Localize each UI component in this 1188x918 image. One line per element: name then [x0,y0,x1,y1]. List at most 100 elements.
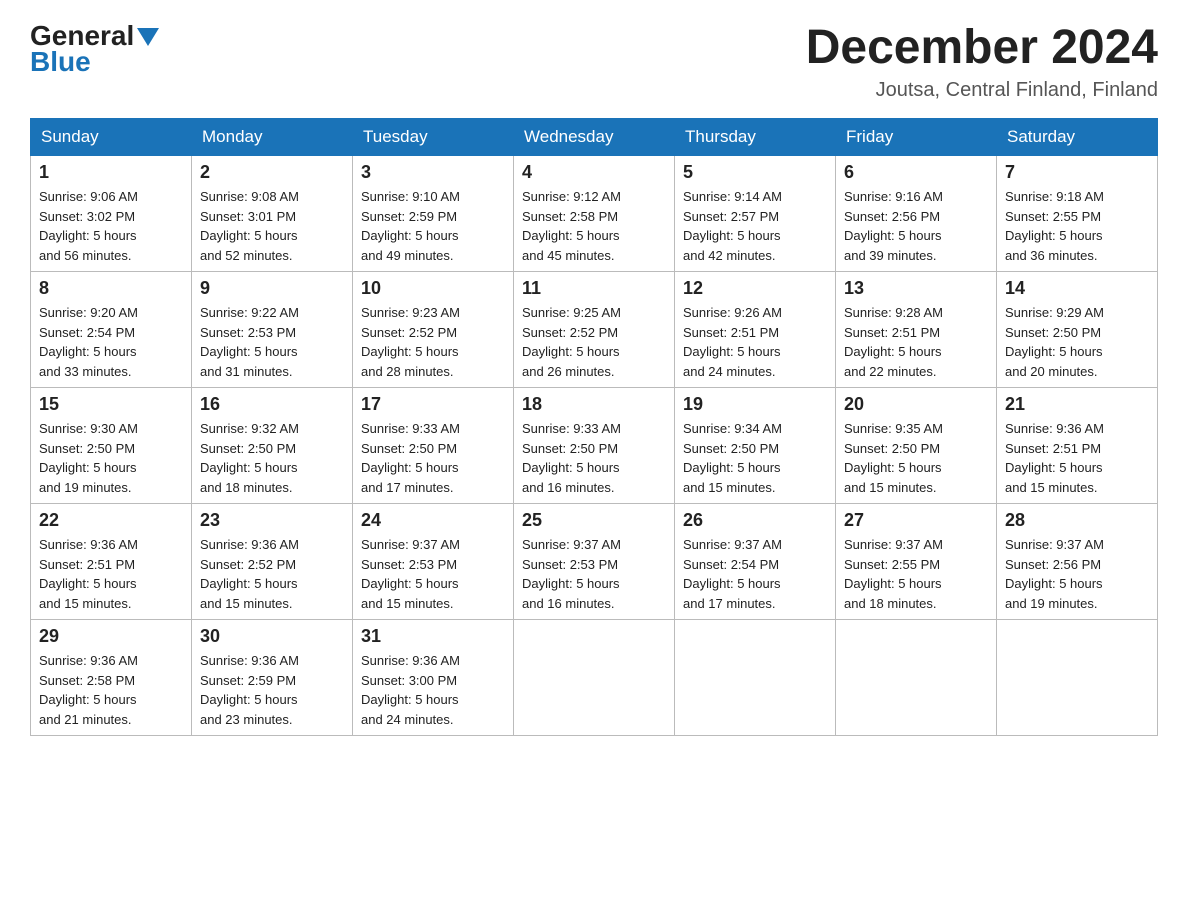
day-number: 25 [522,510,666,531]
table-row: 17 Sunrise: 9:33 AM Sunset: 2:50 PM Dayl… [353,388,514,504]
cell-info: Sunrise: 9:36 AM Sunset: 2:59 PM Dayligh… [200,651,344,729]
table-row: 31 Sunrise: 9:36 AM Sunset: 3:00 PM Dayl… [353,620,514,736]
cell-info: Sunrise: 9:14 AM Sunset: 2:57 PM Dayligh… [683,187,827,265]
cell-info: Sunrise: 9:37 AM Sunset: 2:53 PM Dayligh… [522,535,666,613]
table-row: 21 Sunrise: 9:36 AM Sunset: 2:51 PM Dayl… [997,388,1158,504]
logo-triangle-icon [137,28,159,46]
cell-info: Sunrise: 9:22 AM Sunset: 2:53 PM Dayligh… [200,303,344,381]
table-row: 23 Sunrise: 9:36 AM Sunset: 2:52 PM Dayl… [192,504,353,620]
cell-info: Sunrise: 9:35 AM Sunset: 2:50 PM Dayligh… [844,419,988,497]
cell-info: Sunrise: 9:36 AM Sunset: 2:51 PM Dayligh… [39,535,183,613]
day-number: 8 [39,278,183,299]
day-number: 14 [1005,278,1149,299]
day-number: 6 [844,162,988,183]
cell-info: Sunrise: 9:28 AM Sunset: 2:51 PM Dayligh… [844,303,988,381]
cell-info: Sunrise: 9:26 AM Sunset: 2:51 PM Dayligh… [683,303,827,381]
day-number: 22 [39,510,183,531]
day-number: 27 [844,510,988,531]
table-row: 25 Sunrise: 9:37 AM Sunset: 2:53 PM Dayl… [514,504,675,620]
col-friday: Friday [836,119,997,156]
day-number: 18 [522,394,666,415]
col-sunday: Sunday [31,119,192,156]
table-row: 12 Sunrise: 9:26 AM Sunset: 2:51 PM Dayl… [675,272,836,388]
table-row: 29 Sunrise: 9:36 AM Sunset: 2:58 PM Dayl… [31,620,192,736]
calendar-week-row: 22 Sunrise: 9:36 AM Sunset: 2:51 PM Dayl… [31,504,1158,620]
table-row: 7 Sunrise: 9:18 AM Sunset: 2:55 PM Dayli… [997,156,1158,272]
table-row: 30 Sunrise: 9:36 AM Sunset: 2:59 PM Dayl… [192,620,353,736]
table-row [997,620,1158,736]
table-row: 11 Sunrise: 9:25 AM Sunset: 2:52 PM Dayl… [514,272,675,388]
cell-info: Sunrise: 9:16 AM Sunset: 2:56 PM Dayligh… [844,187,988,265]
day-number: 28 [1005,510,1149,531]
day-number: 11 [522,278,666,299]
day-number: 24 [361,510,505,531]
table-row: 9 Sunrise: 9:22 AM Sunset: 2:53 PM Dayli… [192,272,353,388]
calendar-table: Sunday Monday Tuesday Wednesday Thursday… [30,118,1158,736]
cell-info: Sunrise: 9:29 AM Sunset: 2:50 PM Dayligh… [1005,303,1149,381]
calendar-subtitle: Joutsa, Central Finland, Finland [806,79,1158,102]
col-wednesday: Wednesday [514,119,675,156]
cell-info: Sunrise: 9:36 AM Sunset: 2:58 PM Dayligh… [39,651,183,729]
cell-info: Sunrise: 9:30 AM Sunset: 2:50 PM Dayligh… [39,419,183,497]
table-row: 15 Sunrise: 9:30 AM Sunset: 2:50 PM Dayl… [31,388,192,504]
day-number: 4 [522,162,666,183]
table-row: 28 Sunrise: 9:37 AM Sunset: 2:56 PM Dayl… [997,504,1158,620]
table-row: 16 Sunrise: 9:32 AM Sunset: 2:50 PM Dayl… [192,388,353,504]
table-row: 18 Sunrise: 9:33 AM Sunset: 2:50 PM Dayl… [514,388,675,504]
calendar-week-row: 8 Sunrise: 9:20 AM Sunset: 2:54 PM Dayli… [31,272,1158,388]
cell-info: Sunrise: 9:37 AM Sunset: 2:55 PM Dayligh… [844,535,988,613]
day-number: 9 [200,278,344,299]
day-number: 23 [200,510,344,531]
table-row: 2 Sunrise: 9:08 AM Sunset: 3:01 PM Dayli… [192,156,353,272]
cell-info: Sunrise: 9:33 AM Sunset: 2:50 PM Dayligh… [522,419,666,497]
table-row: 5 Sunrise: 9:14 AM Sunset: 2:57 PM Dayli… [675,156,836,272]
col-saturday: Saturday [997,119,1158,156]
day-number: 19 [683,394,827,415]
cell-info: Sunrise: 9:36 AM Sunset: 3:00 PM Dayligh… [361,651,505,729]
table-row: 26 Sunrise: 9:37 AM Sunset: 2:54 PM Dayl… [675,504,836,620]
day-number: 16 [200,394,344,415]
logo-blue: Blue [30,46,91,78]
day-number: 15 [39,394,183,415]
cell-info: Sunrise: 9:06 AM Sunset: 3:02 PM Dayligh… [39,187,183,265]
day-number: 20 [844,394,988,415]
calendar-header-row: Sunday Monday Tuesday Wednesday Thursday… [31,119,1158,156]
cell-info: Sunrise: 9:10 AM Sunset: 2:59 PM Dayligh… [361,187,505,265]
table-row: 13 Sunrise: 9:28 AM Sunset: 2:51 PM Dayl… [836,272,997,388]
cell-info: Sunrise: 9:36 AM Sunset: 2:52 PM Dayligh… [200,535,344,613]
table-row: 22 Sunrise: 9:36 AM Sunset: 2:51 PM Dayl… [31,504,192,620]
cell-info: Sunrise: 9:32 AM Sunset: 2:50 PM Dayligh… [200,419,344,497]
cell-info: Sunrise: 9:37 AM Sunset: 2:56 PM Dayligh… [1005,535,1149,613]
table-row [836,620,997,736]
page-header: General Blue December 2024 Joutsa, Centr… [30,20,1158,102]
table-row: 6 Sunrise: 9:16 AM Sunset: 2:56 PM Dayli… [836,156,997,272]
cell-info: Sunrise: 9:08 AM Sunset: 3:01 PM Dayligh… [200,187,344,265]
cell-info: Sunrise: 9:20 AM Sunset: 2:54 PM Dayligh… [39,303,183,381]
calendar-week-row: 15 Sunrise: 9:30 AM Sunset: 2:50 PM Dayl… [31,388,1158,504]
table-row [514,620,675,736]
col-tuesday: Tuesday [353,119,514,156]
table-row: 1 Sunrise: 9:06 AM Sunset: 3:02 PM Dayli… [31,156,192,272]
calendar-week-row: 1 Sunrise: 9:06 AM Sunset: 3:02 PM Dayli… [31,156,1158,272]
cell-info: Sunrise: 9:33 AM Sunset: 2:50 PM Dayligh… [361,419,505,497]
table-row [675,620,836,736]
cell-info: Sunrise: 9:25 AM Sunset: 2:52 PM Dayligh… [522,303,666,381]
day-number: 12 [683,278,827,299]
title-area: December 2024 Joutsa, Central Finland, F… [806,20,1158,102]
table-row: 10 Sunrise: 9:23 AM Sunset: 2:52 PM Dayl… [353,272,514,388]
table-row: 27 Sunrise: 9:37 AM Sunset: 2:55 PM Dayl… [836,504,997,620]
table-row: 14 Sunrise: 9:29 AM Sunset: 2:50 PM Dayl… [997,272,1158,388]
logo: General Blue [30,20,159,78]
day-number: 5 [683,162,827,183]
cell-info: Sunrise: 9:18 AM Sunset: 2:55 PM Dayligh… [1005,187,1149,265]
table-row: 4 Sunrise: 9:12 AM Sunset: 2:58 PM Dayli… [514,156,675,272]
calendar-week-row: 29 Sunrise: 9:36 AM Sunset: 2:58 PM Dayl… [31,620,1158,736]
day-number: 31 [361,626,505,647]
cell-info: Sunrise: 9:34 AM Sunset: 2:50 PM Dayligh… [683,419,827,497]
cell-info: Sunrise: 9:12 AM Sunset: 2:58 PM Dayligh… [522,187,666,265]
col-thursday: Thursday [675,119,836,156]
cell-info: Sunrise: 9:36 AM Sunset: 2:51 PM Dayligh… [1005,419,1149,497]
day-number: 2 [200,162,344,183]
table-row: 8 Sunrise: 9:20 AM Sunset: 2:54 PM Dayli… [31,272,192,388]
day-number: 3 [361,162,505,183]
